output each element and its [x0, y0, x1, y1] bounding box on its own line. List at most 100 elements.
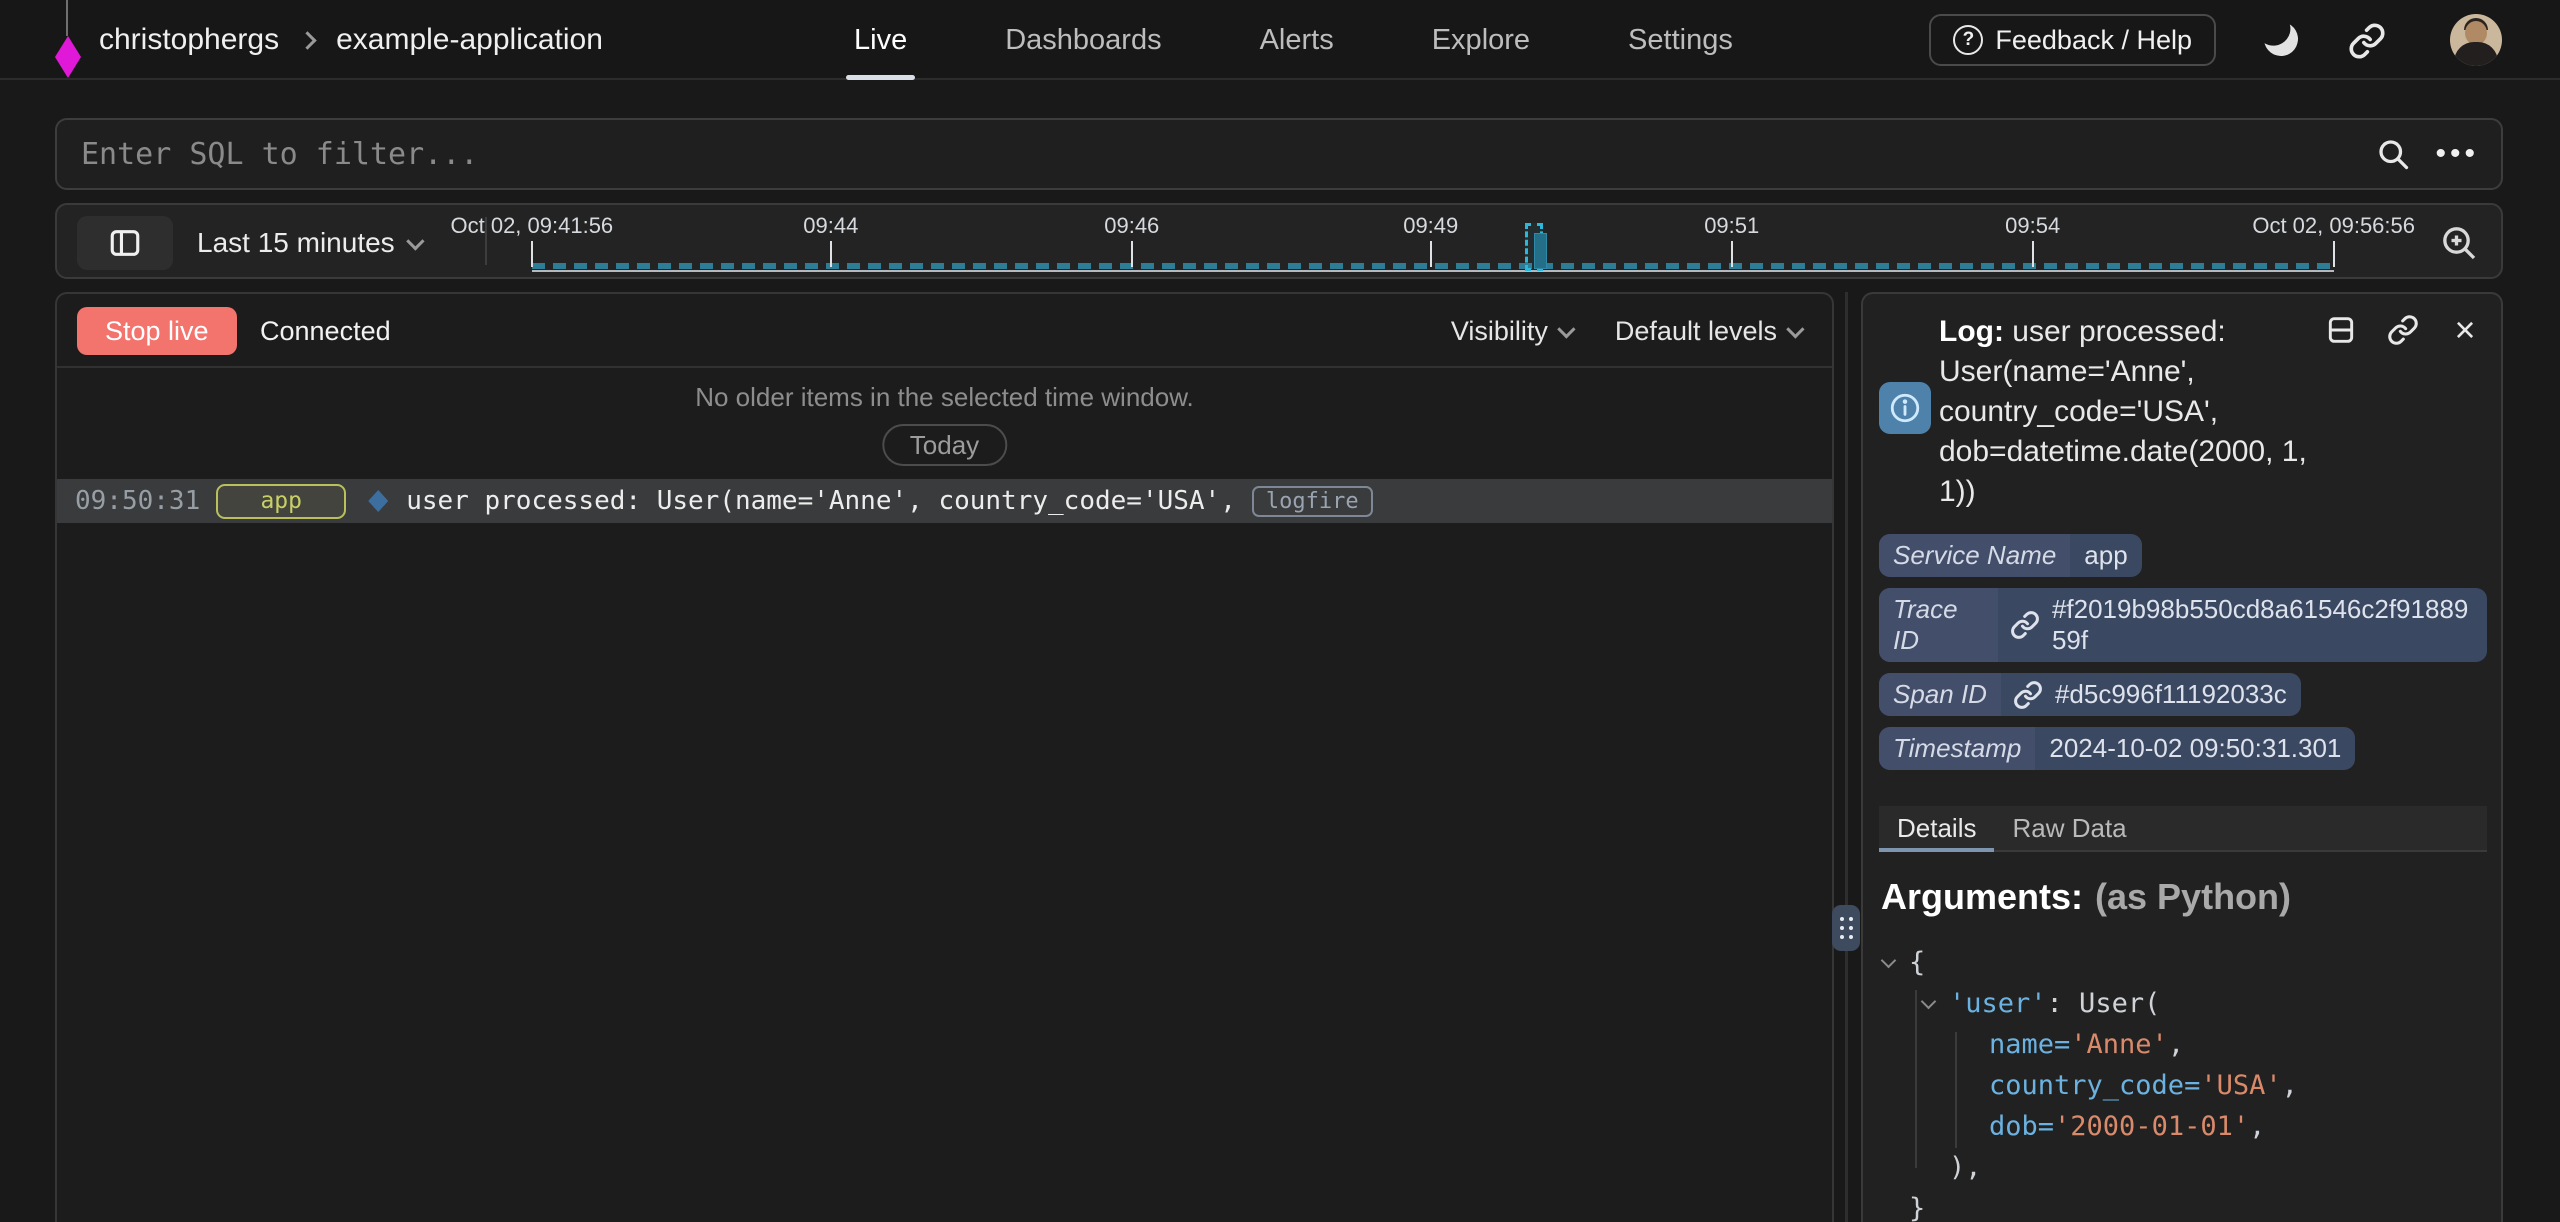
- dark-mode-toggle[interactable]: [2264, 22, 2304, 62]
- sql-filter-input[interactable]: [57, 120, 2375, 188]
- nav-tab-alerts[interactable]: Alerts: [1252, 0, 1342, 80]
- code-token: ,: [2249, 1111, 2265, 1142]
- timeline-tick-mark: [1731, 241, 1733, 267]
- panel-divider: [1845, 292, 1848, 1222]
- code-line: name='Anne',: [1881, 1024, 2481, 1065]
- filter-menu-icon[interactable]: •••: [2435, 139, 2479, 169]
- visibility-dropdown[interactable]: Visibility: [1451, 316, 1575, 347]
- code-token: ,: [2282, 1070, 2298, 1101]
- avatar-body: [2454, 42, 2498, 66]
- code-token: dob=: [1989, 1111, 2054, 1142]
- arguments-code: {'user': User(name='Anne',country_code='…: [1881, 942, 2481, 1222]
- nav-tab-dashboards[interactable]: Dashboards: [997, 0, 1169, 80]
- field-chip-span-id[interactable]: Span ID#d5c996f11192033c: [1879, 673, 2301, 716]
- split-card-icon: [2325, 314, 2357, 346]
- field-label: Service Name: [1879, 534, 2070, 577]
- link-icon[interactable]: [2010, 610, 2040, 640]
- logo-line: [66, 0, 68, 36]
- user-avatar[interactable]: [2450, 14, 2502, 66]
- timeline-tick-mark: [830, 241, 832, 267]
- live-panel-controls: Visibility Default levels: [1451, 294, 1804, 368]
- stop-live-button[interactable]: Stop live: [77, 307, 237, 355]
- code-token: {: [1909, 947, 1925, 978]
- code-line: 'user': User(: [1881, 983, 2481, 1024]
- question-icon: ?: [1953, 25, 1983, 55]
- nav-tabs: Live Dashboards Alerts Explore Settings: [846, 0, 1741, 80]
- field-chip-trace-id[interactable]: Trace ID#f2019b98b550cd8a61546c2f9188959…: [1879, 588, 2487, 662]
- search-icon[interactable]: [2375, 136, 2411, 172]
- chevron-down-icon: [1786, 320, 1804, 338]
- field-value: app: [2070, 534, 2141, 577]
- log-message: user processed: User(name='Anne', countr…: [406, 486, 1236, 516]
- service-badge[interactable]: app: [216, 484, 346, 519]
- detail-title-kind: Log:: [1939, 315, 2004, 348]
- time-range-dropdown[interactable]: Last 15 minutes: [197, 205, 424, 281]
- chevron-down-icon: [1557, 320, 1575, 338]
- timeline-tick-mark: [1131, 241, 1133, 267]
- close-icon: ×: [2454, 312, 2475, 348]
- code-token: 'USA': [2200, 1070, 2281, 1101]
- code-token: }: [1909, 1193, 1925, 1222]
- scope-badge[interactable]: logfire: [1252, 486, 1373, 517]
- detail-title: Log: user processed: User(name='Anne', c…: [1939, 312, 2329, 512]
- connection-status: Connected: [260, 294, 391, 368]
- feedback-help-button[interactable]: ? Feedback / Help: [1929, 14, 2216, 66]
- code-token: '2000-01-01': [2054, 1111, 2249, 1142]
- timeline-tick-mark: [531, 241, 533, 267]
- field-chip-timestamp[interactable]: Timestamp2024-10-02 09:50:31.301: [1879, 727, 2355, 770]
- sidebar-toggle-button[interactable]: [77, 216, 173, 270]
- link-icon: [2348, 22, 2386, 60]
- detail-tab-details[interactable]: Details: [1879, 806, 1994, 850]
- field-value: #f2019b98b550cd8a61546c2f9188959f: [2044, 588, 2487, 662]
- default-levels-dropdown[interactable]: Default levels: [1615, 316, 1804, 347]
- top-nav: christophergs example-application Live Da…: [0, 0, 2560, 80]
- nav-tab-live[interactable]: Live: [846, 0, 915, 80]
- visibility-label: Visibility: [1451, 316, 1548, 347]
- breadcrumb-project[interactable]: example-application: [336, 23, 603, 57]
- sql-filter-bar: •••: [55, 118, 2503, 190]
- code-token: 'user': [1949, 988, 2047, 1019]
- live-view-panel: Stop live Connected Visibility Default l…: [55, 292, 1834, 1222]
- app-root: christophergs example-application Live Da…: [0, 0, 2560, 1222]
- timeline-tick-label: Oct 02, 09:41:56: [450, 213, 613, 239]
- close-panel-button[interactable]: ×: [2447, 312, 2483, 348]
- copy-link-button[interactable]: [2385, 312, 2421, 348]
- timeline-zoom-button[interactable]: [2439, 223, 2479, 263]
- code-token: ),: [1949, 1152, 1982, 1183]
- timeline-plot[interactable]: Oct 02, 09:41:5609:4409:4609:4909:5109:5…: [447, 205, 2467, 277]
- detail-tab-raw-data[interactable]: Raw Data: [1994, 806, 2144, 850]
- collapse-chevron-icon[interactable]: [1881, 953, 1897, 969]
- share-link-button[interactable]: [2348, 22, 2388, 62]
- code-line: dob='2000-01-01',: [1881, 1106, 2481, 1147]
- timeline-tick-mark: [1430, 241, 1432, 267]
- field-value: #d5c996f11192033c: [2047, 673, 2301, 716]
- live-panel-header: Stop live Connected Visibility Default l…: [57, 294, 1832, 368]
- code-token: name=: [1989, 1029, 2070, 1060]
- default-levels-label: Default levels: [1615, 316, 1777, 347]
- arguments-title: Arguments:: [1881, 876, 2083, 917]
- filter-bar-icons: •••: [2375, 136, 2501, 172]
- detail-actions: ×: [2323, 312, 2483, 348]
- arguments-heading: Arguments:(as Python): [1881, 876, 2291, 918]
- toggle-panel-view-button[interactable]: [2323, 312, 2359, 348]
- chevron-right-icon: [298, 31, 316, 49]
- log-row[interactable]: 09:50:31 app user processed: User(name='…: [57, 479, 1832, 523]
- time-range-label: Last 15 minutes: [197, 227, 395, 259]
- breadcrumb-org[interactable]: christophergs: [99, 23, 279, 57]
- sidebar-toggle-icon: [108, 226, 142, 260]
- code-token: 'Anne': [2070, 1029, 2168, 1060]
- nav-tab-explore[interactable]: Explore: [1424, 0, 1538, 80]
- span-diamond-icon: [368, 490, 388, 512]
- collapse-chevron-icon[interactable]: [1921, 994, 1937, 1010]
- panel-resize-handle[interactable]: [1832, 905, 1860, 951]
- today-button[interactable]: Today: [882, 424, 1007, 466]
- chevron-down-icon: [406, 232, 424, 250]
- field-chip-service-name[interactable]: Service Nameapp: [1879, 534, 2142, 577]
- link-icon[interactable]: [2013, 680, 2043, 710]
- link-icon: [2387, 314, 2419, 346]
- feedback-help-label: Feedback / Help: [1995, 25, 2192, 56]
- timeline-tick-mark: [2333, 241, 2335, 267]
- field-label: Timestamp: [1879, 727, 2035, 770]
- nav-tab-settings[interactable]: Settings: [1620, 0, 1741, 80]
- timeline-tick-mark: [2032, 241, 2034, 267]
